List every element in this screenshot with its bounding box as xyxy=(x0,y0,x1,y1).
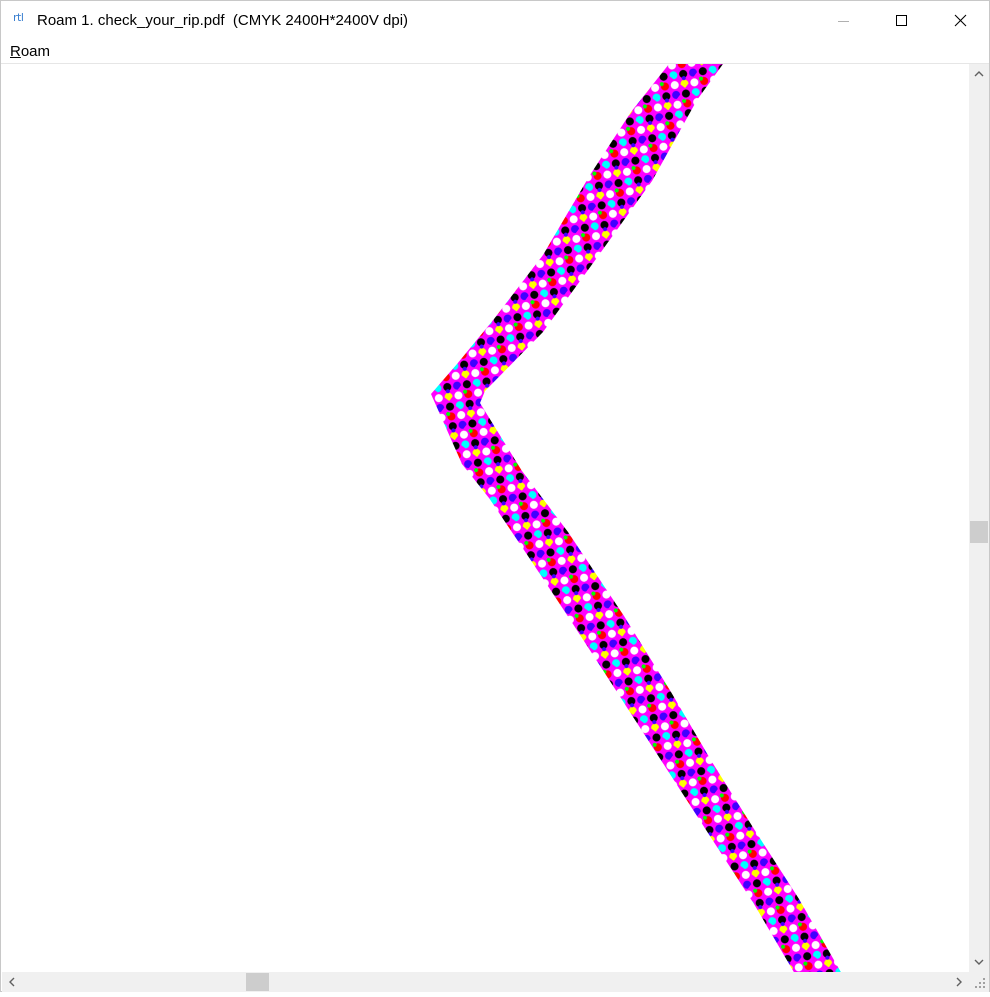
scroll-up-button[interactable] xyxy=(969,64,989,84)
chevron-left-icon xyxy=(9,977,15,987)
menu-roam[interactable]: Roam xyxy=(10,43,50,60)
minimize-icon xyxy=(838,21,849,22)
vertical-scrollbar[interactable] xyxy=(969,64,989,972)
chevron-right-icon xyxy=(956,977,962,987)
title-bar[interactable]: rtl Roam 1. check_your_rip.pdf (CMYK 240… xyxy=(1,1,989,41)
roam-preview-canvas[interactable] xyxy=(2,64,969,972)
scroll-right-button[interactable] xyxy=(949,972,969,992)
resize-grip[interactable] xyxy=(969,972,989,992)
menu-roam-hotkey: R xyxy=(10,43,21,60)
menu-roam-label: oam xyxy=(20,43,51,60)
window-title: Roam 1. check_your_rip.pdf (CMYK 2400H*2… xyxy=(37,12,409,29)
scroll-left-button[interactable] xyxy=(2,972,22,992)
chevron-stroke xyxy=(431,64,841,972)
resize-grip-icon xyxy=(975,978,985,988)
app-logo-icon: rtl xyxy=(13,11,24,24)
horizontal-scrollbar[interactable] xyxy=(2,972,969,992)
halftone-preview xyxy=(431,64,841,972)
close-button[interactable] xyxy=(931,1,989,41)
minimize-button[interactable] xyxy=(814,1,872,41)
roam-window: rtl Roam 1. check_your_rip.pdf (CMYK 240… xyxy=(0,0,990,992)
vertical-scroll-thumb[interactable] xyxy=(970,521,988,543)
scroll-down-button[interactable] xyxy=(969,952,989,972)
horizontal-scroll-thumb[interactable] xyxy=(246,973,269,991)
maximize-button[interactable] xyxy=(872,1,930,41)
chevron-up-icon xyxy=(974,71,984,77)
close-icon xyxy=(954,14,967,27)
maximize-icon xyxy=(896,15,907,26)
menu-bar: Roam xyxy=(1,41,989,64)
chevron-down-icon xyxy=(974,959,984,965)
